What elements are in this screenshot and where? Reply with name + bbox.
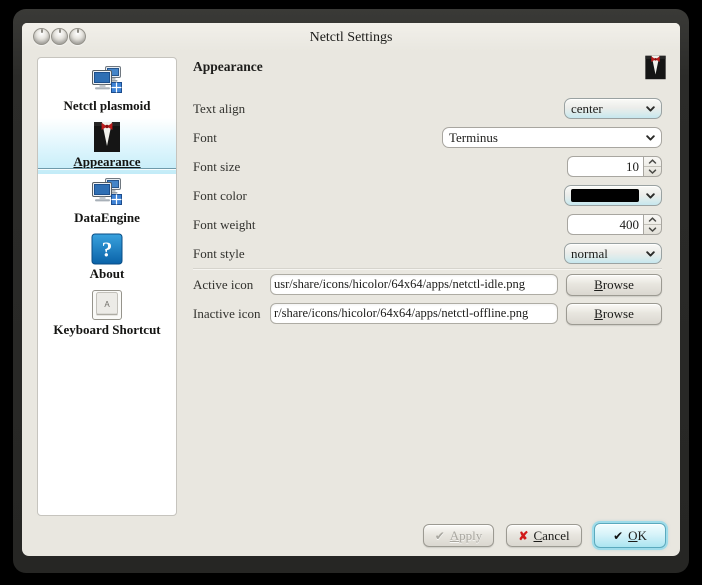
font-color-row: Font color [193,181,662,210]
text-align-select[interactable]: center [564,98,662,119]
browse-button[interactable]: Browse [566,274,662,296]
text-align-row: Text align center [193,94,662,123]
font-size-label: Font size [193,159,240,175]
chevron-down-icon [646,251,655,257]
font-weight-spinbox [567,214,662,235]
tuxedo-icon [91,121,123,153]
font-weight-row: Font weight [193,210,662,239]
spin-down-icon[interactable] [644,167,661,176]
spin-up-icon[interactable] [644,215,661,225]
font-select[interactable]: Terminus [442,127,662,148]
check-icon: ✔ [435,530,445,542]
sidebar-item-label: DataEngine [74,210,140,225]
question-mark-icon [91,233,123,265]
chevron-down-icon [646,135,655,141]
font-style-select[interactable]: normal [564,243,662,264]
font-size-spinbox [567,156,662,177]
computer-network-icon [91,177,123,209]
keyboard-key-icon [91,289,123,321]
sidebar: Netctl plasmoid Appearance DataEngine Ab… [37,57,177,516]
font-size-input[interactable] [567,156,643,177]
chevron-down-icon [646,193,655,199]
sidebar-item-appearance[interactable]: Appearance [38,118,176,174]
appearance-panel: Appearance Text align center Font Termin… [193,57,662,328]
sidebar-item-label: About [90,266,125,281]
dialog-button-box: ✔ Apply ✘ Cancel ✔ OK [423,523,666,548]
font-style-row: Font style normal [193,239,662,268]
spin-up-icon[interactable] [644,157,661,167]
titlebar: Netctl Settings [22,23,680,51]
cross-icon: ✘ [518,530,528,542]
computer-network-icon [91,65,123,97]
page-title: Appearance [193,57,662,75]
font-weight-input[interactable] [567,214,643,235]
apply-button[interactable]: ✔ Apply [423,524,494,547]
check-icon: ✔ [613,530,623,542]
active-icon-path-input[interactable] [270,274,558,295]
font-size-row: Font size [193,152,662,181]
font-color-label: Font color [193,188,247,204]
font-weight-label: Font weight [193,217,255,233]
font-style-label: Font style [193,246,245,262]
window-content: Netctl Settings Netctl plasmoid Appearan… [22,23,680,556]
inactive-icon-row: Inactive icon Browse [193,299,662,328]
active-icon-row: Active icon Browse [193,270,662,299]
color-swatch [571,189,639,202]
inactive-icon-label: Inactive icon [193,306,270,322]
ok-button[interactable]: ✔ OK [594,523,666,548]
sidebar-item-about[interactable]: About [38,230,176,286]
netctl-settings-window: Netctl Settings Netctl plasmoid Appearan… [13,9,689,573]
tuxedo-icon [643,55,668,80]
sidebar-item-netctl-plasmoid[interactable]: Netctl plasmoid [38,62,176,118]
window-title: Netctl Settings [22,30,680,46]
chevron-down-icon [646,106,655,112]
sidebar-item-dataengine[interactable]: DataEngine [38,174,176,230]
sidebar-item-label: Appearance [73,154,140,169]
font-row: Font Terminus [193,123,662,152]
sidebar-item-label: Keyboard Shortcut [53,322,160,337]
font-label: Font [193,130,217,146]
font-color-select[interactable] [564,185,662,206]
spin-down-icon[interactable] [644,225,661,234]
text-align-label: Text align [193,101,245,117]
sidebar-item-keyboard-shortcut[interactable]: Keyboard Shortcut [38,286,176,342]
cancel-button[interactable]: ✘ Cancel [506,524,582,547]
browse-button[interactable]: Browse [566,303,662,325]
active-icon-label: Active icon [193,277,270,293]
inactive-icon-path-input[interactable] [270,303,558,324]
sidebar-item-label: Netctl plasmoid [63,98,150,113]
